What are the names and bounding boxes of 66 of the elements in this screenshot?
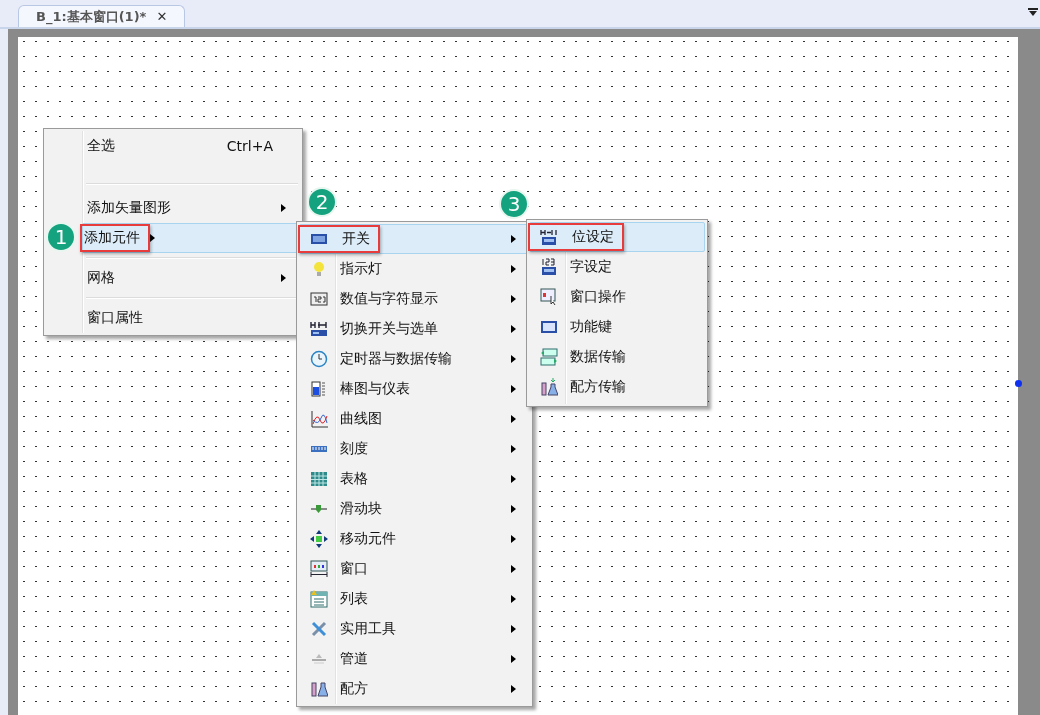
submenu-arrow-icon	[511, 445, 516, 453]
submenu-arrow-icon	[511, 325, 516, 333]
shortcut-text: Ctrl+A	[226, 138, 274, 154]
menu-item[interactable]: 列表	[299, 584, 530, 614]
window-click-icon	[540, 288, 558, 306]
step-number-badge: 1	[46, 222, 76, 252]
lab-flask-icon	[540, 378, 558, 396]
submenu-arrow-icon	[511, 235, 516, 243]
menu-item[interactable]: 刻度	[299, 434, 530, 464]
menu-item[interactable]: 窗口属性	[46, 303, 300, 333]
menu-item[interactable]: 数值与字符显示	[299, 284, 530, 314]
menu-item[interactable]: 配方	[299, 674, 530, 704]
function-key-icon	[540, 318, 558, 336]
move-arrows-icon	[310, 530, 328, 548]
document-tab[interactable]: B_1:基本窗口(1)* ✕	[18, 5, 185, 27]
line-chart-icon	[310, 410, 328, 428]
menu-item[interactable]: 网格	[46, 263, 300, 293]
submenu-arrow-icon	[511, 565, 516, 573]
bar-gauge-icon	[310, 380, 328, 398]
tab-title: B_1:基本窗口(1)*	[36, 7, 147, 26]
resize-handle[interactable]	[1015, 380, 1022, 387]
list-icon	[310, 590, 328, 608]
submenu-arrow-icon	[511, 265, 516, 273]
submenu-arrow-icon	[511, 535, 516, 543]
menu-item[interactable]: 滑动块	[299, 494, 530, 524]
menu-item[interactable]: 棒图与仪表	[299, 374, 530, 404]
numeric-display-icon	[310, 290, 328, 308]
menu-item[interactable]: 曲线图	[299, 404, 530, 434]
menu-item[interactable]: 数据传输	[529, 342, 705, 372]
menu-item[interactable]: 窗口	[299, 554, 530, 584]
clock-icon	[310, 350, 328, 368]
word-switch-icon	[540, 258, 558, 276]
menu-item[interactable]: 表格	[299, 464, 530, 494]
menu-item[interactable]: 实用工具	[299, 614, 530, 644]
data-transfer-icon	[540, 348, 558, 366]
submenu-arrow-icon	[511, 505, 516, 513]
toggle-switch-icon	[310, 320, 328, 338]
submenu-arrow-icon	[511, 595, 516, 603]
menu-item[interactable]: 定时器与数据传输	[299, 344, 530, 374]
submenu-arrow-icon	[511, 385, 516, 393]
menu-item[interactable]: 配方传输	[529, 372, 705, 402]
menu-item[interactable]: 移动元件	[299, 524, 530, 554]
submenu-arrow-icon	[281, 204, 286, 212]
lab-flask-icon	[310, 680, 328, 698]
menu-item[interactable]: 管道	[299, 644, 530, 674]
submenu-arrow-icon	[511, 295, 516, 303]
toggle-switch-icon	[540, 228, 558, 246]
submenu-arrow-icon	[511, 685, 516, 693]
submenu-arrow-icon	[511, 625, 516, 633]
menu-item[interactable]: 全选 Ctrl+A	[46, 131, 300, 161]
close-icon[interactable]: ✕	[156, 9, 168, 24]
menu-item[interactable]: 功能键	[529, 312, 705, 342]
dropdown-icon[interactable]	[1028, 8, 1038, 16]
table-icon	[310, 470, 328, 488]
submenu-arrow-icon	[511, 415, 516, 423]
submenu-arrow-icon	[511, 475, 516, 483]
submenu-arrow-icon	[511, 355, 516, 363]
menu-item[interactable]: 字设定	[529, 252, 705, 282]
submenu-arrow-icon	[150, 234, 155, 242]
window-icon	[310, 560, 328, 578]
submenu-arrow-icon	[511, 655, 516, 663]
menu-item[interactable]: 添加矢量图形	[46, 193, 300, 223]
menu-item[interactable]: 窗口操作	[529, 282, 705, 312]
menu-item[interactable]: 切换开关与选单	[299, 314, 530, 344]
menu-item[interactable]: 指示灯	[299, 254, 530, 284]
submenu-arrow-icon	[281, 274, 286, 282]
